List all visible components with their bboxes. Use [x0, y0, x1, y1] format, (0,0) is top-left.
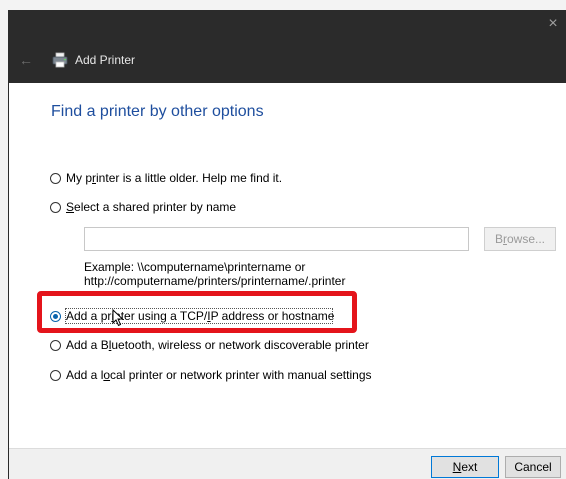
radio-local[interactable]	[50, 369, 61, 381]
example-line-2: http://computername/printers/printername…	[84, 274, 346, 288]
page-heading: Find a printer by other options	[51, 103, 264, 120]
browse-button[interactable]: Browse...	[484, 227, 556, 251]
option-local-printer[interactable]: Add a local printer or network printer w…	[50, 368, 372, 382]
option-shared-label: Select a shared printer by name	[66, 200, 237, 214]
option-older-label: My printer is a little older. Help me fi…	[66, 171, 283, 185]
mouse-cursor-icon	[112, 309, 124, 327]
window-title: Add Printer	[75, 53, 136, 67]
radio-shared[interactable]	[50, 201, 61, 213]
dialog-footer: Next Cancel	[9, 448, 566, 479]
example-text: Example: \\computername\printername or h…	[84, 260, 345, 288]
option-bluetooth[interactable]: Add a Bluetooth, wireless or network dis…	[50, 338, 369, 352]
annotation-highlight-box	[37, 291, 357, 333]
shared-printer-input[interactable]	[84, 227, 469, 251]
back-arrow-icon[interactable]: ←	[19, 53, 35, 67]
next-button[interactable]: Next	[431, 456, 499, 478]
radio-bluetooth[interactable]	[50, 339, 61, 351]
example-line-1: Example: \\computername\printername or	[84, 260, 306, 274]
radio-older[interactable]	[50, 172, 61, 184]
option-printer-older[interactable]: My printer is a little older. Help me fi…	[50, 171, 282, 185]
add-printer-window: × ← Add Printer Find a printer by other …	[8, 10, 566, 479]
option-shared-printer[interactable]: Select a shared printer by name	[50, 200, 236, 214]
printer-icon	[52, 52, 68, 68]
close-icon[interactable]: ×	[543, 14, 563, 34]
option-bluetooth-label: Add a Bluetooth, wireless or network dis…	[66, 338, 369, 352]
title-bar: × ← Add Printer	[9, 10, 566, 83]
option-local-label: Add a local printer or network printer w…	[66, 368, 372, 382]
cancel-button[interactable]: Cancel	[505, 456, 561, 478]
